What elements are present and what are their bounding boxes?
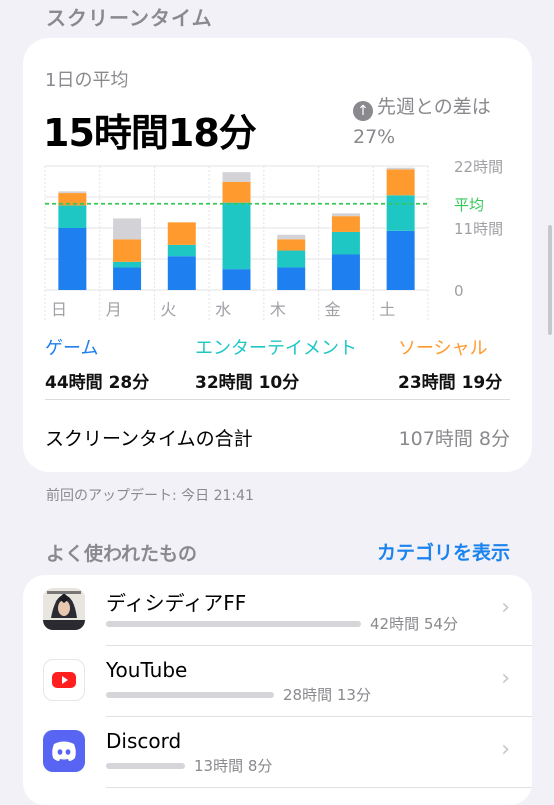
- average-label: 平均: [454, 196, 484, 214]
- weekly-diff-value: 27%: [353, 126, 396, 148]
- x-tick-label: 日: [51, 300, 67, 319]
- legend-social: ソーシャル 23時間 19分: [398, 334, 502, 393]
- y-tick-label: 11時間: [454, 220, 503, 238]
- x-tick-label: 土: [379, 300, 395, 319]
- bar-social: [167, 222, 196, 245]
- bar-social: [222, 181, 251, 203]
- bar-game: [222, 269, 251, 290]
- bar-social: [331, 216, 360, 232]
- legend-entertainment-time: 32時間 10分: [195, 373, 300, 393]
- dissidia-ff-icon: [43, 588, 85, 630]
- daily-average-value: 15時間18分: [43, 111, 257, 155]
- x-tick-label: 水: [215, 300, 231, 319]
- chevron-right-icon: ›: [501, 666, 510, 691]
- legend-social-label: ソーシャル: [398, 338, 488, 359]
- divider: [45, 399, 510, 400]
- discord-icon: [43, 730, 85, 772]
- app-list: ディシディアFF 42時間 54分 › YouTube 28時間 13分 › D…: [23, 575, 532, 805]
- x-tick-label: 金: [325, 300, 341, 319]
- bar-other: [113, 218, 142, 240]
- bar-entertainment: [222, 202, 251, 270]
- app-row-dissidia[interactable]: ディシディアFF 42時間 54分 ›: [23, 575, 532, 646]
- legend-game-label: ゲーム: [45, 338, 99, 359]
- most-used-title: よく使われたもの: [46, 543, 198, 565]
- bar-entertainment: [331, 231, 360, 255]
- bar-other: [222, 172, 251, 182]
- bar-other: [386, 167, 415, 170]
- weekly-diff: ↑ 先週との差は 27%: [353, 92, 528, 152]
- daily-average-label: 1日の平均: [45, 70, 129, 91]
- app-name: YouTube: [106, 658, 188, 682]
- bar-entertainment: [58, 205, 87, 228]
- scrollbar[interactable]: [548, 225, 552, 335]
- y-tick-label: 0: [454, 282, 464, 300]
- bar-game: [386, 230, 415, 290]
- bar-game: [58, 228, 87, 290]
- app-name: Discord: [106, 729, 182, 753]
- show-categories-button[interactable]: カテゴリを表示: [377, 538, 510, 565]
- legend-entertainment: エンターテイメント 32時間 10分: [195, 334, 357, 393]
- row-divider: [106, 787, 532, 788]
- usage-time: 28時間 13分: [283, 686, 371, 704]
- bar-other: [58, 191, 87, 194]
- arrow-up-circle-icon: ↑: [353, 101, 373, 121]
- bar-entertainment: [277, 250, 306, 268]
- usage-time: 42時間 54分: [370, 615, 458, 633]
- y-tick-label: 22時間: [454, 158, 503, 176]
- bar-entertainment: [167, 244, 196, 257]
- usage-time: 13時間 8分: [194, 757, 273, 775]
- app-row-discord[interactable]: Discord 13時間 8分 ›: [23, 717, 532, 788]
- bar-entertainment: [386, 195, 415, 231]
- usage-bar: [106, 621, 361, 627]
- bar-social: [386, 169, 415, 196]
- last-updated: 前回のアップデート: 今日 21:41: [46, 488, 254, 504]
- legend-game-time: 44時間 28分: [45, 373, 150, 393]
- x-tick-label: 月: [106, 300, 122, 319]
- weekly-usage-chart: 日 月 火 水 木 金 土 平均 22時間 11時間 0: [44, 158, 503, 320]
- app-row-youtube[interactable]: YouTube 28時間 13分 ›: [23, 646, 532, 717]
- x-tick-label: 木: [270, 300, 286, 319]
- legend-game: ゲーム 44時間 28分: [45, 334, 149, 393]
- total-label: スクリーンタイムの合計: [45, 428, 253, 450]
- bar-other: [331, 213, 360, 217]
- section-title: スクリーンタイム: [46, 6, 213, 30]
- bar-social: [277, 239, 306, 251]
- bar-entertainment: [113, 261, 142, 268]
- total-value: 107時間 8分: [398, 428, 510, 450]
- bar-game: [113, 267, 142, 290]
- legend-social-time: 23時間 19分: [398, 373, 503, 393]
- youtube-icon: [43, 659, 85, 701]
- bar-game: [167, 256, 196, 290]
- bar-game: [331, 254, 360, 290]
- screen-time-card[interactable]: 1日の平均 15時間18分 ↑ 先週との差は 27% 日 月 火 水 木 金 土 平均 22時間 1…: [23, 38, 532, 472]
- weekly-diff-label: 先週との差は: [377, 96, 491, 118]
- bar-other: [277, 234, 306, 240]
- bar-game: [277, 267, 306, 290]
- chevron-right-icon: ›: [501, 737, 510, 762]
- usage-bar: [106, 692, 274, 698]
- usage-bar: [106, 763, 185, 769]
- chevron-right-icon: ›: [501, 595, 510, 620]
- app-name: ディシディアFF: [106, 591, 247, 615]
- x-tick-label: 火: [160, 300, 176, 319]
- bar-social: [113, 239, 142, 262]
- legend-entertainment-label: エンターテイメント: [195, 338, 357, 359]
